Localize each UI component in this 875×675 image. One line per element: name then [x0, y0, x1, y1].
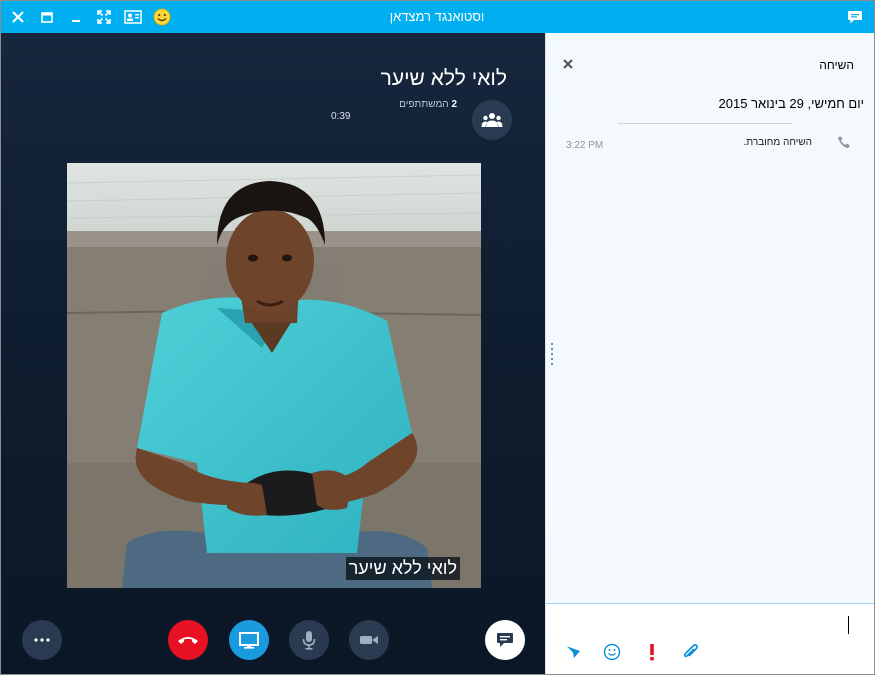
- fullscreen-icon: [97, 10, 111, 24]
- contact-card-button[interactable]: [122, 6, 144, 28]
- minimize-window-button[interactable]: [65, 6, 87, 28]
- video-camera-icon: [360, 636, 378, 644]
- screen-share-icon: [239, 631, 259, 649]
- emoticon-button[interactable]: [151, 6, 173, 28]
- video-feed: לואי ללא שיער: [67, 163, 481, 588]
- hang-up-button[interactable]: [168, 620, 208, 660]
- show-chat-button[interactable]: [844, 6, 866, 28]
- mark-urgent-button[interactable]: [642, 642, 662, 662]
- caller-name: לואי ללא שיער: [380, 67, 507, 90]
- text-caret: [848, 616, 849, 634]
- close-window-button[interactable]: [7, 6, 29, 28]
- message-compose-area[interactable]: [546, 603, 874, 674]
- show-conversation-button[interactable]: [485, 620, 525, 660]
- fullscreen-button[interactable]: [93, 6, 115, 28]
- emoji-button[interactable]: [602, 642, 622, 662]
- call-connected-message: השיחה מחוברת.: [743, 137, 813, 148]
- minimize-icon: [72, 20, 80, 22]
- emoji-icon: [603, 643, 621, 661]
- pane-splitter-handle[interactable]: [549, 343, 555, 367]
- send-message-button[interactable]: [563, 642, 583, 662]
- attach-file-button[interactable]: [680, 642, 700, 662]
- chat-icon: [497, 632, 513, 647]
- close-conversation-button[interactable]: [563, 56, 577, 70]
- more-options-button[interactable]: [22, 620, 62, 660]
- conversation-pane: השיחה יום חמישי, 29 בינואר 2015 השיחה מח…: [545, 33, 874, 674]
- share-screen-button[interactable]: [229, 620, 269, 660]
- smiley-icon: [153, 8, 171, 26]
- participants-count: 2 המשתתפים: [399, 99, 457, 110]
- call-duration: 0:39: [331, 111, 351, 122]
- more-icon: [34, 638, 50, 642]
- microphone-button[interactable]: [289, 620, 329, 660]
- participants-button[interactable]: [472, 100, 512, 140]
- phone-icon: [837, 135, 851, 149]
- contact-card-icon: [124, 10, 142, 24]
- message-timestamp: 3:22 PM: [566, 140, 604, 151]
- conversation-date: יום חמישי, 29 בינואר 2015: [718, 96, 864, 111]
- people-icon: [481, 113, 503, 127]
- close-icon: [12, 11, 24, 23]
- restore-window-button[interactable]: [36, 6, 58, 28]
- send-icon: [565, 645, 580, 658]
- call-pane: לואי ללא שיער 2 המשתתפים 0:39 לואי ללא ש…: [1, 33, 545, 674]
- video-caller-label: לואי ללא שיער: [345, 557, 460, 580]
- skype-call-window: וסטואנגד רמצדאן לואי ללא שיער 2 המשתתפים…: [0, 0, 875, 675]
- title-bar: וסטואנגד רמצדאן: [1, 1, 874, 33]
- close-icon: [563, 59, 573, 69]
- caller-video-image: [67, 163, 481, 588]
- restore-icon: [41, 11, 53, 23]
- mic-icon: [302, 631, 316, 650]
- chat-bubble-icon: [848, 10, 862, 23]
- participants-number: 2: [451, 99, 457, 110]
- date-divider: [618, 123, 792, 124]
- participants-label: המשתתפים: [399, 99, 449, 110]
- video-button[interactable]: [349, 620, 389, 660]
- urgent-icon: [650, 644, 654, 661]
- conversation-title: השיחה: [819, 58, 854, 72]
- attach-icon: [683, 644, 698, 658]
- hangup-icon: [178, 637, 198, 644]
- window-title: וסטואנגד רמצדאן: [389, 9, 485, 24]
